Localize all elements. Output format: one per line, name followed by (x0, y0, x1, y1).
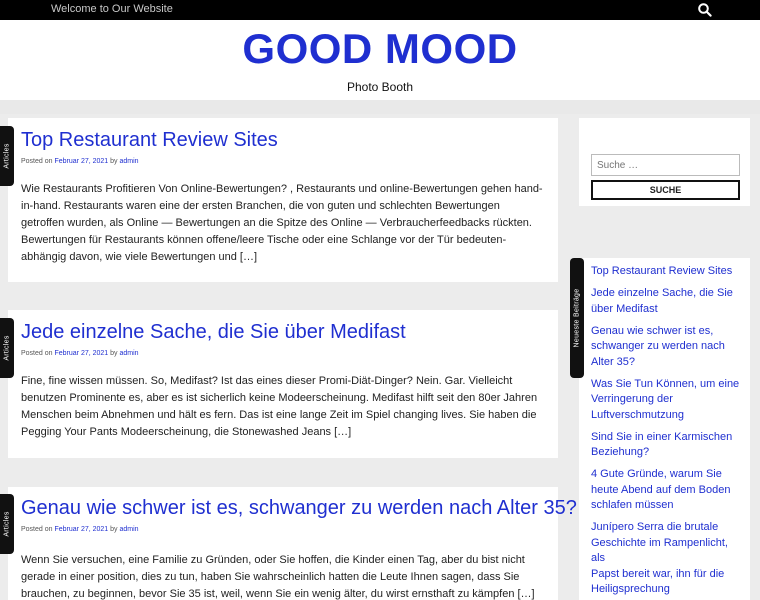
recent-post-line: Sind Sie in einer Karmischen (591, 430, 733, 443)
recent-post-line: Top Restaurant Review Sites (591, 265, 733, 277)
recent-post-line: Was Sie Tun Können, um eine (591, 377, 740, 390)
search-widget: SUCHE (579, 118, 750, 206)
post-author[interactable]: admin (120, 350, 139, 357)
recent-post-line: Alter 35? (591, 355, 636, 368)
post-excerpt: Fine, fine wissen müssen. So, Medifast? … (21, 375, 538, 438)
post-title[interactable]: Genau wie schwer ist es, schwanger zu we… (21, 497, 577, 520)
post-meta: Posted on Februar 27, 2021 by admin (21, 158, 139, 165)
recent-posts-tab-label: Neueste Beiträge (573, 288, 581, 348)
site-tagline: Photo Booth (346, 80, 414, 94)
articles-tab[interactable]: Articles (0, 126, 14, 186)
header-divider (0, 100, 760, 114)
recent-post-line: Luftverschmutzung (591, 408, 684, 421)
meta-by: by (110, 158, 118, 165)
articles-tab-label: Articles (3, 511, 11, 537)
post-date[interactable]: Februar 27, 2021 (54, 350, 108, 357)
post-meta: Posted on Februar 27, 2021 by admin (21, 526, 139, 533)
recent-post-link[interactable]: Sind Sie in einer Karmischen Beziehung? (591, 430, 743, 461)
meta-prefix: Posted on (21, 350, 53, 357)
recent-post-line: Verringerung der (591, 393, 673, 405)
site-header: GOOD MOOD Photo Booth (0, 20, 760, 100)
articles-tab-label: Articles (3, 143, 11, 169)
post-excerpt: Wie Restaurants Profitieren Von Online-B… (21, 183, 543, 263)
post-card: Genau wie schwer ist es, schwanger zu we… (8, 487, 577, 600)
recent-post-line: 4 Gute Gründe, warum Sie (591, 468, 722, 480)
post-title[interactable]: Top Restaurant Review Sites (21, 129, 278, 152)
recent-post-line: heute Abend auf dem Boden (591, 483, 731, 496)
post-author[interactable]: admin (120, 526, 139, 533)
recent-post-link[interactable]: 4 Gute Gründe, warum Sie heute Abend auf … (591, 467, 743, 514)
recent-post-link[interactable]: Jede einzelne Sache, die Sie über Medifas… (591, 286, 743, 317)
search-icon[interactable] (697, 2, 713, 18)
articles-tab-label: Articles (3, 335, 11, 361)
recent-post-line: über Medifast (591, 302, 658, 315)
welcome-text: Welcome to Our Website (51, 3, 173, 15)
recent-post-line: Junípero Serra die brutale (591, 521, 719, 533)
recent-post-line: Beziehung? (591, 446, 650, 458)
recent-posts-list: Top Restaurant Review Sites Jede einzelne… (591, 264, 743, 600)
post-meta: Posted on Februar 27, 2021 by admin (21, 350, 139, 357)
articles-tab[interactable]: Articles (0, 494, 14, 554)
recent-post-link[interactable]: Junípero Serra die brutale Geschichte im … (591, 520, 743, 598)
recent-post-line: Heiligsprechung (591, 583, 670, 595)
post-date[interactable]: Februar 27, 2021 (54, 526, 108, 533)
articles-tab[interactable]: Articles (0, 318, 14, 378)
recent-posts-widget: Top Restaurant Review Sites Jede einzelne… (579, 258, 750, 600)
recent-post-line: Papst bereit war, ihn für die (591, 567, 725, 580)
post-author[interactable]: admin (120, 158, 139, 165)
recent-post-line: Genau wie schwer ist es, (591, 324, 714, 337)
site-title[interactable]: GOOD MOOD (0, 25, 760, 73)
post-date[interactable]: Februar 27, 2021 (54, 158, 108, 165)
post-title[interactable]: Jede einzelne Sache, die Sie über Medifa… (21, 321, 406, 344)
meta-prefix: Posted on (21, 526, 53, 533)
meta-by: by (110, 526, 118, 533)
recent-post-line: Geschichte im Rampenlicht, als (591, 536, 728, 565)
post-excerpt: Wenn Sie versuchen, eine Familie zu Grün… (21, 554, 535, 600)
meta-prefix: Posted on (21, 158, 53, 165)
top-bar: Welcome to Our Website (0, 0, 760, 20)
meta-by: by (110, 350, 118, 357)
post-card: Jede einzelne Sache, die Sie über Medifa… (8, 310, 558, 458)
recent-post-line: schwanger zu werden nach (591, 340, 725, 352)
recent-posts-tab[interactable]: Neueste Beiträge (570, 258, 584, 378)
recent-post-link[interactable]: Genau wie schwer ist es, schwanger zu wer… (591, 324, 743, 371)
recent-post-line: schlafen müssen (591, 499, 674, 511)
recent-post-line: Jede einzelne Sache, die Sie (591, 287, 733, 299)
recent-post-link[interactable]: Top Restaurant Review Sites (591, 264, 743, 280)
search-input[interactable] (591, 154, 740, 176)
search-button[interactable]: SUCHE (591, 180, 740, 200)
post-card: Top Restaurant Review Sites Posted on Fe… (8, 118, 558, 282)
recent-post-link[interactable]: Was Sie Tun Können, um eine Verringerung … (591, 377, 743, 424)
